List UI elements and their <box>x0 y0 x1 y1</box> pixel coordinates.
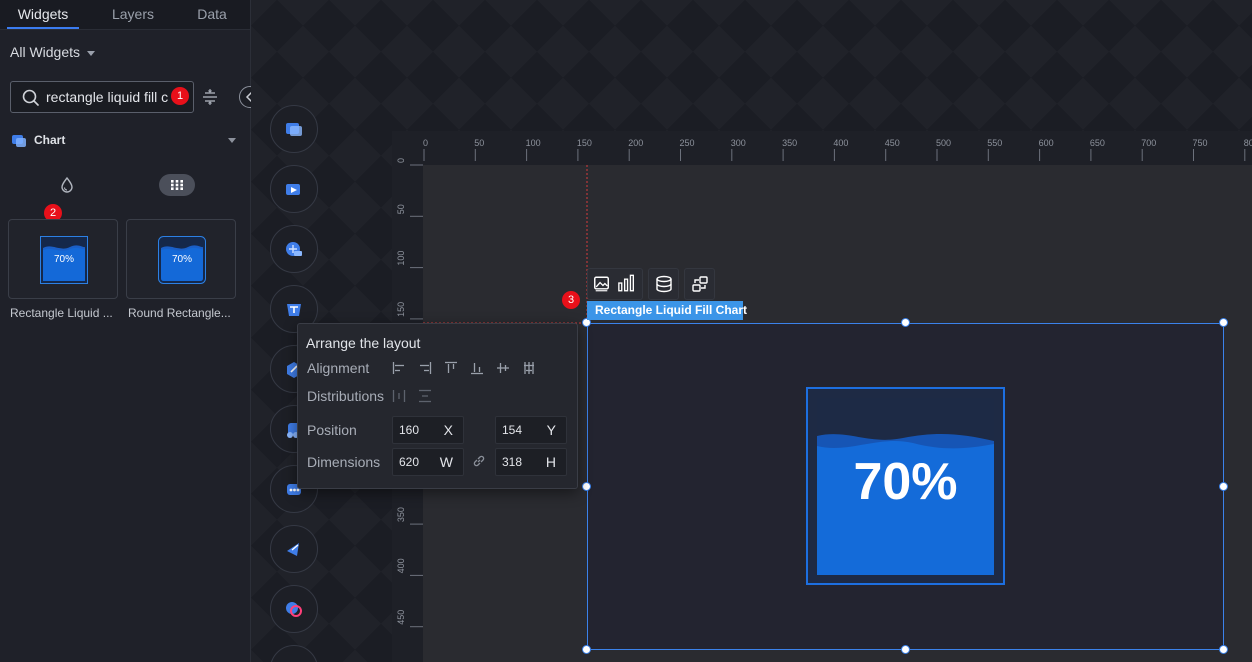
search-icon <box>22 89 39 106</box>
height-field[interactable]: H <box>495 448 567 476</box>
ruler-tick-label: 700 <box>1141 138 1156 148</box>
selected-widget-label: Rectangle Liquid Fill Chart <box>587 301 747 320</box>
widget-card-round-rectangle-liquid-fill[interactable]: 70% <box>126 219 236 299</box>
step-badge-1: 1 <box>171 87 189 105</box>
align-bottom-icon[interactable] <box>470 361 484 375</box>
resize-handle-ne[interactable] <box>1219 318 1228 327</box>
position-y-field[interactable]: Y <box>495 416 567 444</box>
resize-handle-n[interactable] <box>901 318 910 327</box>
ruler-tick-label: 800 <box>1244 138 1252 148</box>
tab-layers[interactable]: Layers <box>97 0 169 29</box>
image-settings-icon[interactable] <box>594 276 609 292</box>
ruler-tick-label: 400 <box>833 138 848 148</box>
rail-tool-material-icon[interactable] <box>270 585 318 633</box>
rail-tool-media-icon[interactable] <box>270 165 318 213</box>
rail-tool-interaction-icon[interactable] <box>270 525 318 573</box>
align-top-icon[interactable] <box>444 361 458 375</box>
position-label: Position <box>307 422 357 438</box>
chart-bars-icon[interactable] <box>618 274 634 292</box>
align-center-icon[interactable] <box>522 361 536 375</box>
thumbnail-value: 70% <box>171 254 192 265</box>
widget-card-name[interactable]: Rectangle Liquid ... <box>10 306 126 320</box>
ruler-tick-label: 300 <box>731 138 746 148</box>
ruler-tick-label: 550 <box>987 138 1002 148</box>
resize-handle-s[interactable] <box>901 645 910 654</box>
ruler-tick-label: 200 <box>628 138 643 148</box>
resize-handle-e[interactable] <box>1219 482 1228 491</box>
ruler-tick-label: 350 <box>396 507 406 522</box>
resize-handle-sw[interactable] <box>582 645 591 654</box>
ruler-horizontal: 0 50 100 150 200 250 300 350 400 450 500 550 600 650 7… <box>423 131 1252 165</box>
interaction-icon[interactable] <box>684 268 715 300</box>
ruler-tick-label: 500 <box>936 138 951 148</box>
database-icon[interactable] <box>648 268 679 300</box>
ruler-tick-label: 0 <box>396 158 406 163</box>
rail-tool-chart-icon[interactable] <box>270 105 318 153</box>
category-chart[interactable]: Chart <box>11 131 236 149</box>
ruler-tick-label: 750 <box>1193 138 1208 148</box>
widget-card-rectangle-liquid-fill[interactable]: 70% <box>8 219 118 299</box>
step-badge-3: 3 <box>562 291 580 309</box>
widget-card-name[interactable]: Round Rectangle... <box>128 306 244 320</box>
search-input[interactable] <box>39 83 193 111</box>
ruler-tick-label: 100 <box>526 138 541 148</box>
widget-filter-dropdown[interactable]: All Widgets <box>10 43 96 61</box>
distribute-vertical-icon[interactable] <box>418 389 432 403</box>
ruler-tick-label: 650 <box>1090 138 1105 148</box>
rail-tool-more-icon[interactable] <box>270 645 318 662</box>
distribute-horizontal-icon[interactable] <box>392 389 406 403</box>
ruler-tick-label: 600 <box>1039 138 1054 148</box>
chevron-down-icon <box>87 50 96 56</box>
ruler-tick-label: 350 <box>782 138 797 148</box>
ruler-tick-label: 0 <box>423 138 428 148</box>
align-left-icon[interactable] <box>392 361 406 375</box>
alignment-label: Alignment <box>307 360 370 376</box>
ruler-tick-label: 450 <box>396 610 406 625</box>
tab-widgets[interactable]: Widgets <box>7 0 79 29</box>
chevron-down-icon <box>228 137 236 143</box>
y-axis-label: Y <box>546 422 556 438</box>
search-box[interactable] <box>10 81 194 113</box>
ruler-tick-label: 50 <box>474 138 484 148</box>
thumbnail-value: 70% <box>53 254 74 265</box>
position-x-field[interactable]: X <box>392 416 464 444</box>
filter-icon[interactable] <box>201 88 219 106</box>
grid-view-icon[interactable] <box>159 174 195 196</box>
w-axis-label: W <box>439 454 453 470</box>
chart-category-icon <box>12 135 26 147</box>
category-label: Chart <box>34 133 66 147</box>
width-field[interactable]: W <box>392 448 464 476</box>
distributions-label: Distributions <box>307 388 385 404</box>
ruler-tick-label: 150 <box>577 138 592 148</box>
width-input[interactable] <box>399 450 435 474</box>
ruler-tick-label: 100 <box>396 251 406 266</box>
position-y-input[interactable] <box>502 418 538 442</box>
panel-tabs: Widgets Layers Data <box>0 0 250 30</box>
widget-toolbar <box>587 268 715 300</box>
ruler-tick-label: 250 <box>680 138 695 148</box>
link-icon[interactable] <box>472 454 486 468</box>
h-axis-label: H <box>545 454 556 470</box>
tab-data[interactable]: Data <box>176 0 248 29</box>
drop-view-icon[interactable] <box>58 176 76 194</box>
ruler-tick-label: 50 <box>396 204 406 214</box>
height-input[interactable] <box>502 450 538 474</box>
arrange-layout-popup: Arrange the layout Alignment Distributio… <box>297 323 578 489</box>
ruler-tick-label: 150 <box>396 302 406 317</box>
resize-handle-se[interactable] <box>1219 645 1228 654</box>
resize-handle-w[interactable] <box>582 482 591 491</box>
liquid-fill-value: 70% <box>853 453 958 511</box>
align-right-icon[interactable] <box>418 361 432 375</box>
position-x-input[interactable] <box>399 418 435 442</box>
style-data-group <box>587 268 643 300</box>
dimensions-label: Dimensions <box>307 454 381 470</box>
align-middle-icon[interactable] <box>496 361 510 375</box>
popup-title: Arrange the layout <box>306 335 421 351</box>
widget-filter-label: All Widgets <box>10 44 81 60</box>
rail-tool-map-icon[interactable] <box>270 225 318 273</box>
ruler-tick-label: 400 <box>396 558 406 573</box>
x-axis-label: X <box>443 422 453 438</box>
ruler-tick-label: 450 <box>885 138 900 148</box>
